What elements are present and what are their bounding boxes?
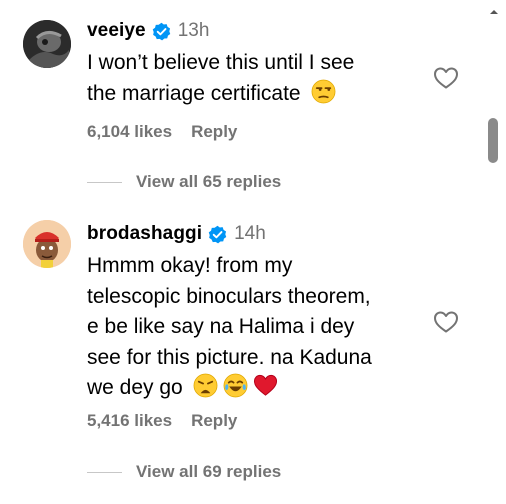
comment-line-text: we dey go [87, 376, 183, 399]
avatar[interactable] [23, 220, 71, 268]
view-replies-label: View all 69 replies [136, 462, 282, 481]
like-count[interactable]: 6,104 likes [87, 122, 172, 142]
reply-button[interactable]: Reply [191, 122, 237, 142]
like-count[interactable]: 5,416 likes [87, 411, 172, 431]
comment-line: we dey go [87, 373, 417, 404]
comment-line: the marriage certificate [87, 79, 417, 110]
comment-text: I won’t believe this until I see the mar… [87, 48, 417, 109]
tears-of-joy-emoji [223, 373, 248, 398]
red-heart-emoji [253, 373, 278, 398]
view-replies-button[interactable]: View all 69 replies [87, 462, 281, 482]
scrollbar[interactable] [485, 0, 506, 504]
comment-veeiye: veeiye 13h I won’t believe this until I … [0, 0, 480, 200]
unamused-face-emoji [311, 79, 336, 104]
comment-header: veeiye 13h [87, 20, 209, 42]
timestamp: 14h [234, 223, 266, 244]
scrollbar-thumb[interactable] [488, 118, 498, 163]
comment-line: e be like say na Halima i dey [87, 315, 355, 338]
heart-outline-icon [434, 67, 458, 89]
view-replies-button[interactable]: View all 65 replies [87, 172, 281, 192]
heart-outline-icon [434, 311, 458, 333]
comment-line: telescopic binoculars theorem, [87, 284, 371, 308]
comment-header: brodashaggi 14h [87, 223, 266, 245]
view-replies-label: View all 65 replies [136, 172, 282, 191]
like-button[interactable] [433, 66, 459, 90]
comment-meta: 5,416 likes Reply [87, 411, 237, 431]
comment-brodashaggi: brodashaggi 14h Hmmm okay! from my teles… [0, 200, 480, 504]
divider [87, 471, 122, 473]
weary-face-emoji [193, 373, 218, 398]
reply-button[interactable]: Reply [191, 411, 237, 431]
username[interactable]: veeiye [87, 20, 146, 42]
timestamp: 13h [177, 20, 210, 41]
comment-line: see for this picture. na Kaduna [87, 345, 372, 369]
username[interactable]: brodashaggi [87, 223, 202, 245]
verified-badge-icon [152, 22, 171, 41]
comment-text: Hmmm okay! from my telescopic binoculars… [87, 251, 417, 404]
comment-line: I won’t believe this until I see [87, 51, 355, 74]
verified-badge-icon [208, 225, 227, 244]
divider [87, 181, 122, 183]
comment-line-text: the marriage certificate [87, 81, 301, 105]
comment-line: Hmmm okay! from my [87, 254, 293, 277]
like-button[interactable] [433, 310, 459, 334]
avatar[interactable] [23, 20, 71, 68]
comment-meta: 6,104 likes Reply [87, 122, 237, 142]
scroll-up-arrow-icon[interactable] [487, 5, 501, 19]
